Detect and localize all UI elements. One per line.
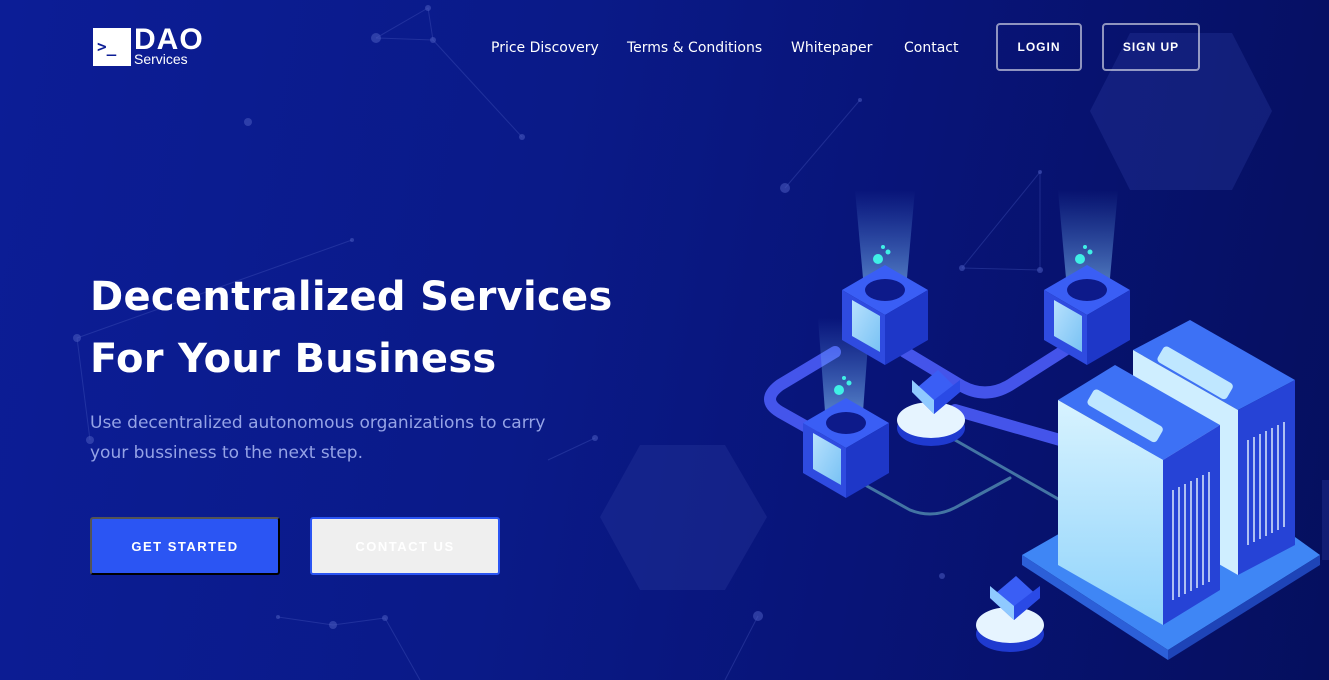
brand-tagline: Services bbox=[134, 51, 188, 67]
nav-link-terms-conditions[interactable]: Terms & Conditions bbox=[627, 38, 762, 58]
hero-title: Decentralized Services For Your Business bbox=[90, 266, 650, 390]
hero-title-line-2: For Your Business bbox=[90, 336, 497, 382]
hero-subtitle: Use decentralized autonomous organizatio… bbox=[90, 408, 590, 468]
nav-link-contact[interactable]: Contact bbox=[904, 38, 958, 58]
nav-link-price-discovery[interactable]: Price Discovery bbox=[491, 38, 599, 58]
get-started-button[interactable]: GET STARTED bbox=[90, 517, 280, 575]
signup-button[interactable]: SIGN UP bbox=[1102, 23, 1200, 71]
hero-subtitle-line-2: your bussiness to the next step. bbox=[90, 443, 363, 463]
nav-link-whitepaper[interactable]: Whitepaper bbox=[791, 38, 872, 58]
hero-title-line-1: Decentralized Services bbox=[90, 274, 613, 320]
brand-logo[interactable]: >_ DAO Services bbox=[93, 23, 217, 68]
terminal-icon: >_ bbox=[93, 28, 131, 66]
hero-subtitle-line-1: Use decentralized autonomous organizatio… bbox=[90, 413, 546, 433]
login-button[interactable]: LOGIN bbox=[996, 23, 1082, 71]
contact-us-button[interactable]: CONTACT US bbox=[310, 517, 500, 575]
server-network-illustration bbox=[764, 190, 1320, 660]
